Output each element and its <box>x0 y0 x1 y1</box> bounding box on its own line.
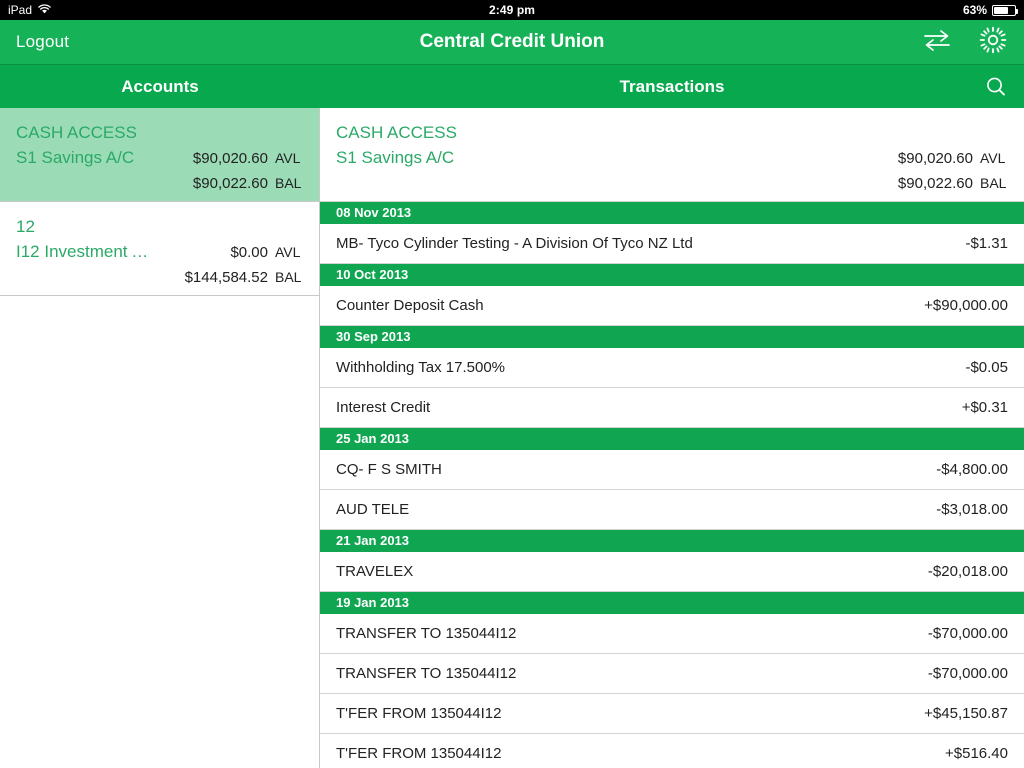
transaction-list: 08 Nov 2013 MB- Tyco Cylinder Testing - A… <box>320 202 1024 768</box>
transaction-row[interactable]: CQ- F S SMITH -$4,800.00 <box>320 450 1024 490</box>
transaction-description: AUD TELE <box>336 501 410 518</box>
transaction-amount: +$0.31 <box>961 399 1008 416</box>
account-balance-tag: BAL <box>275 269 302 285</box>
transaction-row[interactable]: TRAVELEX -$20,018.00 <box>320 552 1024 592</box>
account-summary-balance-line: $90,022.60 BAL <box>336 171 1008 196</box>
account-summary-name: CASH ACCESS <box>336 123 457 142</box>
transaction-row[interactable]: Counter Deposit Cash +$90,000.00 <box>320 286 1024 326</box>
gear-icon[interactable] <box>978 25 1008 60</box>
transaction-row[interactable]: TRANSFER TO 135044I12 -$70,000.00 <box>320 614 1024 654</box>
account-available-amount: $90,020.60 <box>192 150 268 167</box>
search-icon[interactable] <box>984 65 1008 108</box>
account-name: CASH ACCESS <box>16 123 137 142</box>
transaction-row[interactable]: MB- Tyco Cylinder Testing - A Division O… <box>320 224 1024 264</box>
tab-accounts[interactable]: Accounts <box>0 77 320 97</box>
transaction-description: TRANSFER TO 135044I12 <box>336 665 517 682</box>
account-balance-amount: $144,584.52 <box>184 269 268 286</box>
transaction-amount: +$516.40 <box>945 745 1008 762</box>
transaction-date-header: 10 Oct 2013 <box>320 264 1024 286</box>
status-bar: iPad 2:49 pm 63% <box>0 0 1024 20</box>
account-summary-balance-pair: $90,022.60 BAL <box>861 171 1008 196</box>
transaction-amount: -$20,018.00 <box>927 563 1008 580</box>
page-title: Central Credit Union <box>419 31 605 52</box>
account-summary-header: CASH ACCESS S1 Savings A/C $90,020.60 AVL… <box>320 108 1024 202</box>
transaction-row[interactable]: T'FER FROM 135044I12 +$45,150.87 <box>320 694 1024 734</box>
transaction-row[interactable]: T'FER FROM 135044I12 +$516.40 <box>320 734 1024 768</box>
transaction-amount: -$4,800.00 <box>936 461 1008 478</box>
transfer-arrows-icon[interactable] <box>922 28 952 57</box>
transaction-description: Interest Credit <box>336 399 431 416</box>
transaction-amount: -$70,000.00 <box>927 665 1008 682</box>
account-name: 12 <box>16 217 35 236</box>
transaction-description: MB- Tyco Cylinder Testing - A Division O… <box>336 235 693 252</box>
transaction-description: CQ- F S SMITH <box>336 461 442 478</box>
account-balance-pair: $144,584.52 BAL <box>156 265 303 290</box>
account-balance-line: $90,022.60 BAL <box>16 171 303 196</box>
account-row[interactable]: CASH ACCESS S1 Savings A/C $90,020.60 AVL $9… <box>0 108 319 202</box>
transaction-date-header: 08 Nov 2013 <box>320 202 1024 224</box>
segment-tab-bar: Accounts Transactions <box>0 64 1024 108</box>
account-available-tag: AVL <box>275 150 301 166</box>
transaction-amount: +$45,150.87 <box>924 705 1008 722</box>
transaction-description: Counter Deposit Cash <box>336 297 484 314</box>
transaction-row[interactable]: TRANSFER TO 135044I12 -$70,000.00 <box>320 654 1024 694</box>
transaction-row[interactable]: AUD TELE -$3,018.00 <box>320 490 1024 530</box>
transaction-date-header: 19 Jan 2013 <box>320 592 1024 614</box>
account-row[interactable]: 12 I12 Investment A… $0.00 AVL $144,584.52 BA… <box>0 202 319 296</box>
transaction-amount: -$3,018.00 <box>936 501 1008 518</box>
transaction-date-header: 30 Sep 2013 <box>320 326 1024 348</box>
main-content: CASH ACCESS S1 Savings A/C $90,020.60 AVL $9… <box>0 108 1024 768</box>
accounts-sidebar[interactable]: CASH ACCESS S1 Savings A/C $90,020.60 AVL $9… <box>0 108 320 768</box>
account-available-pair: $90,020.60 AVL <box>156 146 303 171</box>
transaction-row[interactable]: Withholding Tax 17.500% -$0.05 <box>320 348 1024 388</box>
account-summary-available-tag: AVL <box>980 150 1006 166</box>
transaction-description: Withholding Tax 17.500% <box>336 359 505 376</box>
account-available-pair: $0.00 AVL <box>156 240 303 265</box>
transactions-panel[interactable]: CASH ACCESS S1 Savings A/C $90,020.60 AVL… <box>320 108 1024 768</box>
status-bar-time: 2:49 pm <box>488 3 536 17</box>
account-subtitle: S1 Savings A/C <box>16 148 135 167</box>
transaction-date-header: 21 Jan 2013 <box>320 530 1024 552</box>
transaction-description: T'FER FROM 135044I12 <box>336 705 502 722</box>
account-balance-pair: $90,022.60 BAL <box>156 171 303 196</box>
transaction-amount: -$70,000.00 <box>927 625 1008 642</box>
account-balance-tag: BAL <box>275 175 302 191</box>
battery-icon <box>992 4 1018 16</box>
transaction-date-header: 25 Jan 2013 <box>320 428 1024 450</box>
account-summary-balance-tag: BAL <box>980 175 1007 191</box>
account-available-tag: AVL <box>275 244 301 260</box>
logout-button[interactable]: Logout <box>16 32 69 52</box>
transaction-amount: -$1.31 <box>965 235 1008 252</box>
account-subtitle: I12 Investment A… <box>16 242 156 261</box>
transaction-row[interactable]: Interest Credit +$0.31 <box>320 388 1024 428</box>
account-balance-amount: $90,022.60 <box>192 175 268 192</box>
transaction-amount: -$0.05 <box>965 359 1008 376</box>
account-summary-balance-amount: $90,022.60 <box>897 175 973 192</box>
account-summary-available-line: S1 Savings A/C $90,020.60 AVL <box>336 145 1008 171</box>
transaction-description: TRAVELEX <box>336 563 414 580</box>
account-available-line: S1 Savings A/C $90,020.60 AVL <box>16 145 303 171</box>
account-balance-line: $144,584.52 BAL <box>16 265 303 290</box>
account-available-line: I12 Investment A… $0.00 AVL <box>16 239 303 265</box>
transaction-description: TRANSFER TO 135044I12 <box>336 625 517 642</box>
navigation-actions <box>922 25 1008 60</box>
account-summary-available-amount: $90,020.60 <box>897 150 973 167</box>
account-summary-subtitle: S1 Savings A/C <box>336 148 455 167</box>
navigation-bar: Logout Central Credit Union <box>0 20 1024 64</box>
accounts-list: CASH ACCESS S1 Savings A/C $90,020.60 AVL $9… <box>0 108 319 296</box>
transaction-amount: +$90,000.00 <box>924 297 1008 314</box>
tab-transactions[interactable]: Transactions <box>320 77 1024 97</box>
account-summary-available-pair: $90,020.60 AVL <box>861 146 1008 171</box>
transaction-description: T'FER FROM 135044I12 <box>336 745 502 762</box>
account-available-amount: $0.00 <box>230 244 268 261</box>
